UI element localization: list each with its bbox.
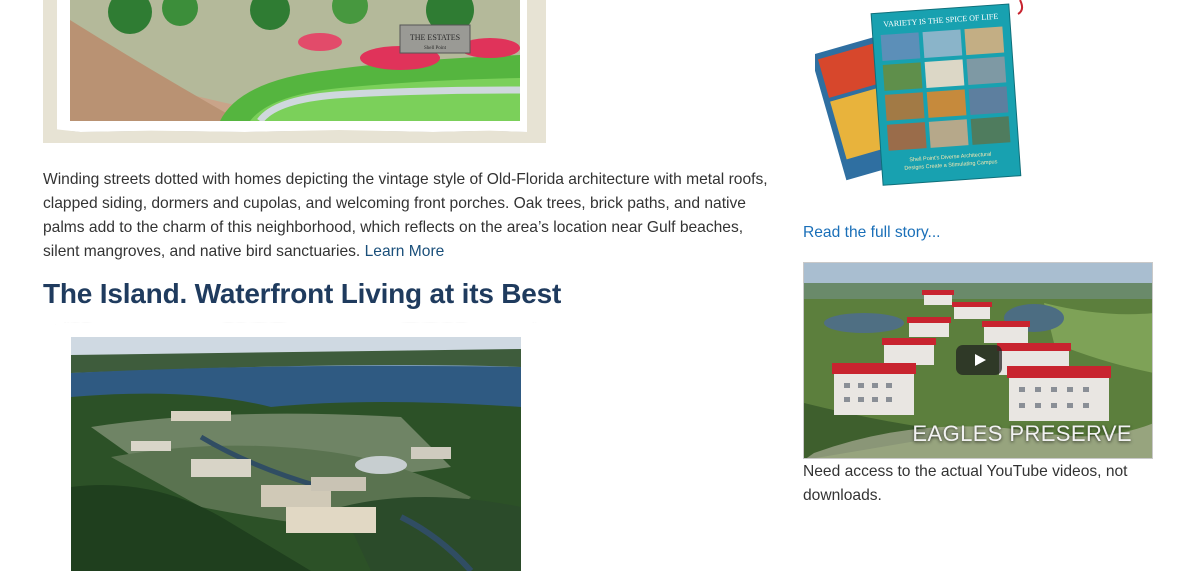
learn-more-link[interactable]: Learn More bbox=[365, 243, 445, 260]
entrance-illustration: THE ESTATES Shell Point bbox=[70, 0, 520, 121]
magazine-cover-image: VARIETY IS THE SPICE OF LIFE Shell Point… bbox=[810, 0, 1045, 190]
intro-paragraph: Winding streets dotted with homes depict… bbox=[43, 168, 773, 264]
sign-text-line2: Shell Point bbox=[424, 46, 447, 51]
island-photo-frame bbox=[55, 322, 537, 571]
top-illustration-paper: THE ESTATES Shell Point bbox=[57, 0, 527, 132]
video-note: Need access to the actual YouTube videos… bbox=[803, 463, 1128, 504]
section-heading: The Island. Waterfront Living at its Bes… bbox=[43, 278, 562, 309]
video-caption: EAGLES PRESERVE bbox=[912, 421, 1132, 446]
read-full-story-link[interactable]: Read the full story... bbox=[803, 224, 941, 242]
sign-text-line1: THE ESTATES bbox=[410, 33, 460, 42]
island-aerial-photo bbox=[71, 337, 521, 571]
top-illustration-frame: THE ESTATES Shell Point bbox=[43, 0, 546, 143]
magazine-illustration: VARIETY IS THE SPICE OF LIFE Shell Point… bbox=[810, 0, 1024, 186]
video-thumbnail[interactable]: EAGLES PRESERVE bbox=[803, 262, 1153, 459]
video-play-icon[interactable] bbox=[956, 345, 1002, 375]
